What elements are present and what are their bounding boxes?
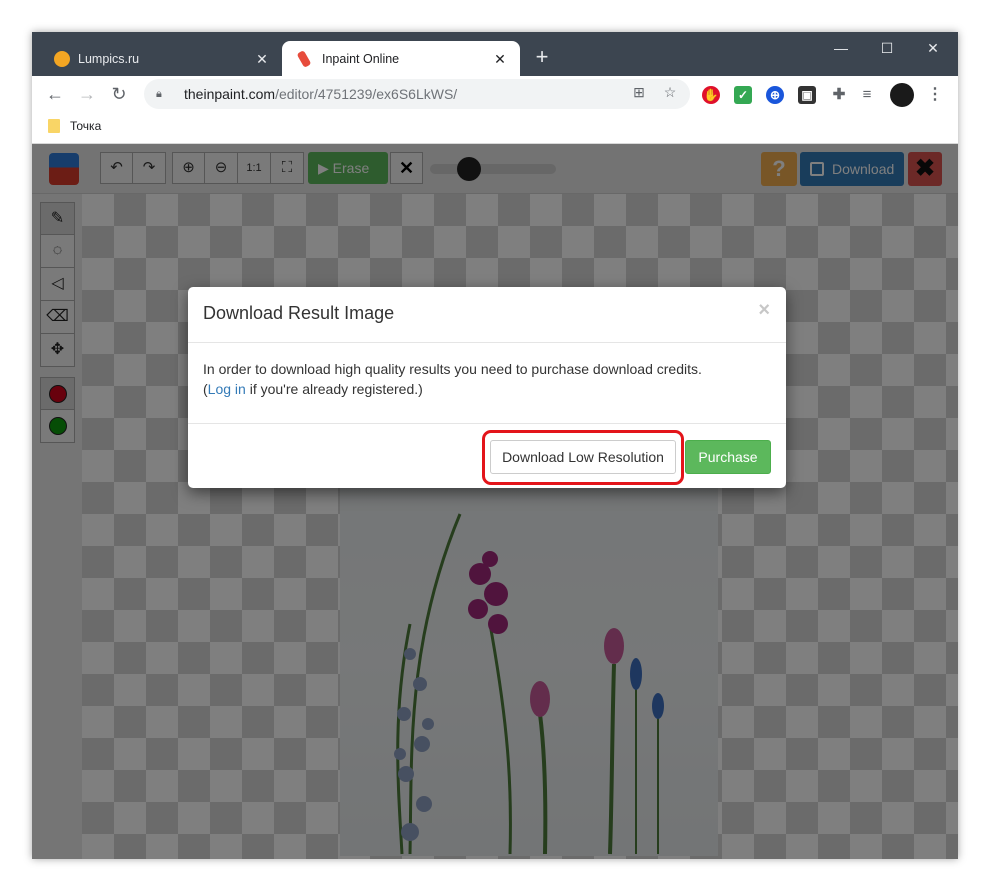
tab-strip: Lumpics.ru ✕ Inpaint Online ✕ + — ☐ ✕ — [32, 32, 958, 76]
download-dialog: Download Result Image × In order to down… — [188, 287, 786, 488]
vpn-extension-icon[interactable]: ⊕ — [766, 86, 784, 104]
login-suffix: if you're already registered.) — [245, 381, 423, 397]
translate-icon[interactable]: ⊞ — [628, 81, 650, 103]
package-extension-icon[interactable]: ▣ — [798, 86, 816, 104]
url-host: theinpaint.com — [184, 86, 276, 102]
bookmark-label: Точка — [70, 119, 102, 133]
inpaint-favicon-icon — [296, 49, 312, 68]
tab-title: Lumpics.ru — [78, 51, 140, 66]
tab-close-icon[interactable]: ✕ — [254, 51, 270, 67]
bookmarks-bar: Точка — [32, 112, 958, 144]
dialog-title: Download Result Image — [203, 303, 395, 323]
close-window-button[interactable]: ✕ — [910, 36, 956, 64]
tab-close-icon[interactable]: ✕ — [492, 51, 508, 67]
check-extension-icon[interactable]: ✓ — [734, 86, 752, 104]
extensions-puzzle-icon[interactable]: ✚ — [830, 86, 848, 104]
dialog-message: In order to download high quality result… — [203, 361, 702, 377]
media-playlist-icon[interactable]: ≡ — [858, 86, 876, 104]
bookmark-folder[interactable]: Точка — [48, 119, 101, 133]
modal-backdrop[interactable] — [32, 144, 958, 859]
tab-lumpics[interactable]: Lumpics.ru ✕ — [36, 41, 282, 76]
url-path: /editor/4751239/ex6S6LkWS/ — [275, 86, 458, 102]
browser-toolbar: ← → ↻ 🔒︎ theinpaint.com/editor/4751239/e… — [32, 76, 958, 112]
forward-arrow-icon[interactable]: → — [74, 81, 100, 107]
tab-title: Inpaint Online — [322, 51, 400, 66]
address-bar[interactable]: 🔒︎ theinpaint.com/editor/4751239/ex6S6Lk… — [144, 79, 690, 109]
lumpics-favicon-icon — [54, 50, 70, 67]
bookmark-star-icon[interactable]: ☆ — [659, 81, 681, 103]
menu-kebab-icon[interactable]: ⋮ — [926, 86, 944, 104]
login-line: (Log in if you're already registered.) — [203, 379, 773, 399]
download-low-resolution-button[interactable]: Download Low Resolution — [490, 440, 676, 474]
folder-icon — [48, 119, 60, 133]
lock-icon: 🔒︎ — [156, 87, 162, 100]
dialog-header: Download Result Image × — [188, 287, 786, 343]
reload-icon[interactable]: ↻ — [106, 81, 132, 107]
profile-avatar[interactable] — [890, 83, 914, 107]
dialog-close-icon[interactable]: × — [758, 299, 770, 322]
back-arrow-icon[interactable]: ← — [42, 81, 68, 107]
adblock-icon[interactable]: ✋ — [702, 86, 720, 104]
minimize-button[interactable]: — — [818, 36, 864, 64]
dialog-footer: Download Low Resolution Purchase — [188, 423, 786, 488]
tab-inpaint[interactable]: Inpaint Online ✕ — [282, 41, 520, 76]
browser-window: Lumpics.ru ✕ Inpaint Online ✕ + — ☐ ✕ ← … — [32, 32, 958, 859]
inpaint-editor: ↶ ↷ ⊕ ⊖ 1:1 ⛶ ▶ Erase ✕ ? Download ✖ ✎ ◌… — [32, 144, 958, 859]
new-tab-button[interactable]: + — [530, 46, 554, 70]
dialog-body: In order to download high quality result… — [203, 359, 773, 399]
purchase-button[interactable]: Purchase — [685, 440, 771, 474]
login-link[interactable]: Log in — [208, 381, 246, 397]
maximize-button[interactable]: ☐ — [864, 36, 910, 64]
